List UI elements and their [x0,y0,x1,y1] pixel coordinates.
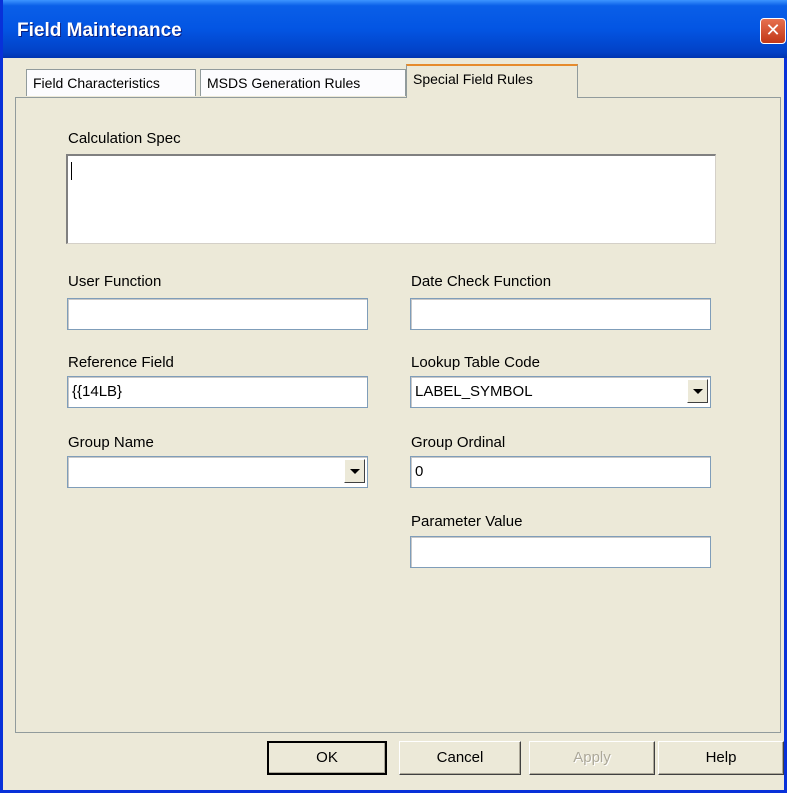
group-name-select[interactable] [67,456,368,488]
reference-field-input[interactable]: {{14LB} [67,376,368,408]
tab-msds-generation-rules[interactable]: MSDS Generation Rules [200,69,406,96]
close-icon[interactable]: ✕ [760,18,786,44]
group-ordinal-input[interactable]: 0 [410,456,711,488]
parameter-value-label: Parameter Value [411,513,523,530]
apply-button[interactable]: Apply [529,741,655,775]
group-name-label: Group Name [68,434,154,451]
tab-field-characteristics[interactable]: Field Characteristics [26,69,196,96]
reference-field-label: Reference Field [68,354,174,371]
text-caret [71,162,72,180]
chevron-down-icon[interactable] [687,379,708,403]
lookup-table-code-value: LABEL_SYMBOL [415,383,533,400]
ok-button[interactable]: OK [267,741,387,775]
active-tab-joint [407,96,577,99]
date-check-function-label: Date Check Function [411,273,552,290]
group-ordinal-label: Group Ordinal [411,434,506,451]
calculation-spec-label: Calculation Spec [68,130,181,147]
tab-special-field-rules[interactable]: Special Field Rules [406,64,578,98]
date-check-function-input[interactable] [410,298,711,330]
title-bar[interactable]: Field Maintenance ✕ [3,0,787,58]
parameter-value-input[interactable] [410,536,711,568]
cancel-button[interactable]: Cancel [399,741,521,775]
lookup-table-code-label: Lookup Table Code [411,354,540,371]
window-title: Field Maintenance [17,20,182,41]
lookup-table-code-select[interactable]: LABEL_SYMBOL [410,376,711,408]
field-maintenance-window: Field Maintenance ✕ Field Characteristic… [0,0,787,793]
user-function-label: User Function [68,273,162,290]
calculation-spec-textarea[interactable] [66,154,716,244]
help-button[interactable]: Help [658,741,784,775]
chevron-down-icon[interactable] [344,459,365,483]
user-function-input[interactable] [67,298,368,330]
